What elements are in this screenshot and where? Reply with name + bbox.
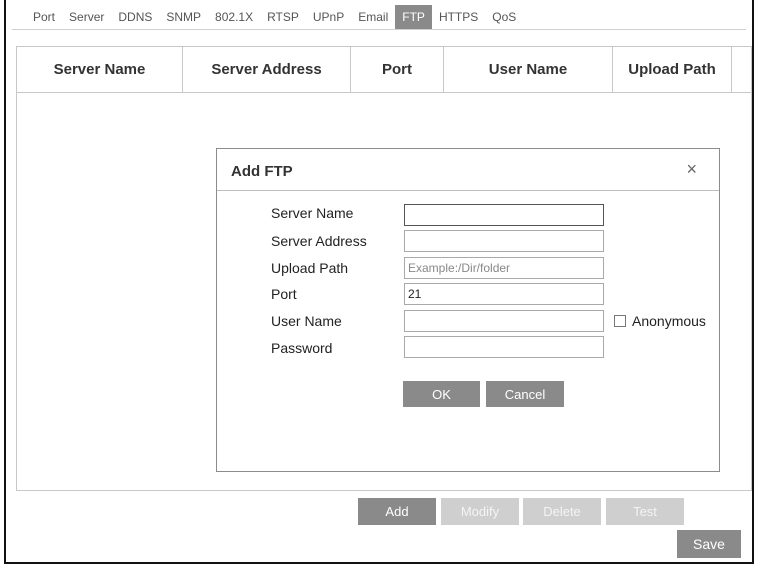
column-header-spacer	[732, 47, 751, 92]
close-icon[interactable]: ×	[686, 159, 697, 180]
tab-ddns[interactable]: DDNS	[111, 5, 159, 29]
server-name-input[interactable]	[404, 204, 604, 226]
port-label: Port	[271, 286, 297, 302]
tab-upnp[interactable]: UPnP	[306, 5, 351, 29]
user-name-label: User Name	[271, 313, 342, 329]
tab-8021x[interactable]: 802.1X	[208, 5, 260, 29]
column-header-user-name: User Name	[444, 47, 613, 92]
upload-path-input[interactable]	[404, 257, 604, 279]
modify-button[interactable]: Modify	[441, 498, 519, 525]
add-button[interactable]: Add	[358, 498, 436, 525]
port-input[interactable]	[404, 283, 604, 305]
dialog-divider	[217, 190, 719, 191]
tab-ftp[interactable]: FTP	[395, 5, 432, 29]
upload-path-label: Upload Path	[271, 260, 349, 276]
add-ftp-dialog: Add FTP × Server Name Server Address Upl…	[216, 148, 720, 472]
anonymous-option[interactable]: Anonymous	[614, 313, 706, 329]
settings-panel: Port Server DDNS SNMP 802.1X RTSP UPnP E…	[4, 0, 754, 564]
column-header-server-name: Server Name	[17, 47, 183, 92]
table-header: Server Name Server Address Port User Nam…	[17, 47, 751, 93]
server-name-label: Server Name	[271, 205, 354, 221]
tab-bar: Port Server DDNS SNMP 802.1X RTSP UPnP E…	[26, 5, 523, 29]
tab-rtsp[interactable]: RTSP	[260, 5, 306, 29]
column-header-upload-path: Upload Path	[613, 47, 732, 92]
cancel-button[interactable]: Cancel	[486, 381, 564, 407]
password-input[interactable]	[404, 336, 604, 358]
tab-https[interactable]: HTTPS	[432, 5, 485, 29]
user-name-input[interactable]	[404, 310, 604, 332]
anonymous-checkbox[interactable]	[614, 315, 626, 327]
tab-qos[interactable]: QoS	[485, 5, 523, 29]
dialog-title: Add FTP	[231, 163, 293, 180]
server-address-input[interactable]	[404, 230, 604, 252]
tab-server[interactable]: Server	[62, 5, 111, 29]
tab-email[interactable]: Email	[351, 5, 395, 29]
tab-divider	[12, 29, 746, 30]
server-address-label: Server Address	[271, 233, 367, 249]
column-header-server-address: Server Address	[183, 47, 351, 92]
password-label: Password	[271, 340, 333, 356]
delete-button[interactable]: Delete	[523, 498, 601, 525]
save-button[interactable]: Save	[677, 530, 741, 558]
tab-snmp[interactable]: SNMP	[159, 5, 208, 29]
ok-button[interactable]: OK	[403, 381, 480, 407]
test-button[interactable]: Test	[606, 498, 684, 525]
column-header-port: Port	[351, 47, 444, 92]
anonymous-label: Anonymous	[632, 313, 706, 329]
tab-port[interactable]: Port	[26, 5, 62, 29]
